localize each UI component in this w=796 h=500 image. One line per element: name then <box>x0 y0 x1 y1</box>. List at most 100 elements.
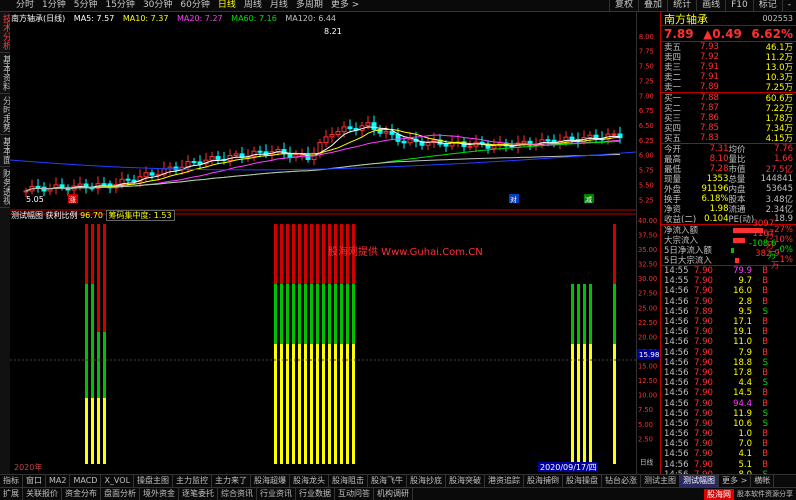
indicator-tab-8[interactable]: 股海超爆 <box>251 475 291 487</box>
indicator-tab-17[interactable]: 钻台必涨 <box>602 475 642 487</box>
indicator-tab-1[interactable]: 窗口 <box>23 475 46 487</box>
bar-red <box>310 224 313 284</box>
indicator-tab-10[interactable]: 股海阻击 <box>329 475 369 487</box>
bar-green <box>91 284 94 398</box>
legend2-concentration: 筹码集中度: 1.53 <box>105 210 175 221</box>
bar-green <box>340 284 343 344</box>
upper-axis-labels: 8.00 7.75 7.50 7.25 7.00 6.75 6.50 6.25 6.00 5.75… <box>639 33 654 204</box>
indicator-tab-5[interactable]: 操盘主图 <box>134 475 174 487</box>
indicator-tab-0[interactable]: 指标 <box>0 475 23 487</box>
indicator-tab-4[interactable]: X_VOL <box>101 475 135 487</box>
indicator-tab-2[interactable]: MA2 <box>46 475 71 487</box>
ext-tab-0[interactable]: 扩展 <box>0 488 23 500</box>
price-change: ▲0.49 <box>703 26 742 41</box>
bar-yellow <box>85 398 88 464</box>
tick-row: 14:56 7.90 4.4 S <box>661 378 796 388</box>
tick-price: 7.90 <box>694 429 713 440</box>
ext-tab-2[interactable]: 资金分布 <box>62 488 101 500</box>
indicator-tab-15[interactable]: 股海捕倒 <box>524 475 564 487</box>
tick-time: 14:56 <box>664 408 689 419</box>
ext-tab-4[interactable]: 境外资金 <box>140 488 179 500</box>
indicator-tab-19[interactable]: 测试幅图 <box>680 475 720 487</box>
tick-side: B <box>762 449 768 460</box>
tick-list[interactable]: 14:55 7.90 79.9 B 14:55 7.90 9.7 B 14:56 7.90 16.0… <box>661 266 796 480</box>
tick-time: 14:56 <box>664 418 689 429</box>
period-tab-4[interactable]: 30分钟 <box>139 0 176 11</box>
tick-row: 14:56 7.90 11.9 S <box>661 409 796 419</box>
watermark: 股海网提供 Www.Guhai.Com.CN <box>328 245 483 258</box>
main-chart[interactable]: 股海网提供 Www.Guhai.Com.CN 8.21 5.05 涨 对 减 2… <box>10 12 636 474</box>
tick-qty: 17.1 <box>733 317 752 328</box>
period-tab-10[interactable]: 更多 > <box>327 0 363 11</box>
period-tab-3[interactable]: 15分钟 <box>101 0 138 11</box>
ext-tab-6[interactable]: 综合资讯 <box>218 488 257 500</box>
tool-tab-6[interactable]: - <box>781 0 796 11</box>
upper-tick-8: 6.00 <box>639 152 654 160</box>
ext-tab-8[interactable]: 行业数据 <box>296 488 335 500</box>
tick-time: 14:56 <box>664 439 689 450</box>
indicator-tab-14[interactable]: 港资追踪 <box>485 475 525 487</box>
period-tab-2[interactable]: 5分钟 <box>70 0 102 11</box>
tick-qty: 11.0 <box>733 337 752 348</box>
indicator-tab-16[interactable]: 股海操盘 <box>563 475 603 487</box>
indicator-tab-13[interactable]: 股海突破 <box>446 475 486 487</box>
ext-tab-5[interactable]: 逐笔委托 <box>179 488 218 500</box>
tick-row: 14:56 7.90 17.8 B <box>661 368 796 378</box>
tick-side: B <box>762 327 768 338</box>
stat-value: 1.98 <box>709 204 729 214</box>
ext-tab-3[interactable]: 盘面分析 <box>101 488 140 500</box>
ext-tab-7[interactable]: 行业资讯 <box>257 488 296 500</box>
tool-tab-4[interactable]: F10 <box>725 0 753 11</box>
bar-green <box>280 284 283 344</box>
sells-price: 7.93 <box>700 42 719 52</box>
indicator-tab-3[interactable]: MACD <box>70 475 102 487</box>
period-tab-0[interactable]: 分时 <box>12 0 38 11</box>
tick-side: S <box>762 378 768 389</box>
period-tabs: 分时 1分钟 5分钟 15分钟 30分钟 60分钟 日线 周线 月线 多周期 更多 > <box>0 0 363 11</box>
high-mark: 8.21 <box>324 27 342 36</box>
sell-orders: 卖五 7.93 46.1万 卖四 7.92 11.2万 卖三 7.91 13.0万 卖二 7.91 1… <box>661 42 796 93</box>
indicator-tab-7[interactable]: 主力来了 <box>212 475 252 487</box>
period-tab-8[interactable]: 月线 <box>266 0 292 11</box>
tool-tab-2[interactable]: 统计 <box>667 0 696 11</box>
stock-header[interactable]: 南方轴承 002553 <box>661 12 796 26</box>
bar-yellow <box>583 344 586 464</box>
flow-pct: 10% <box>774 235 794 245</box>
buys-price: 7.85 <box>700 123 719 133</box>
lower-axis-labels: 40.00 37.50 35.00 32.50 30.00 27.50 25.00 22.50… <box>638 217 657 444</box>
tick-row: 14:56 7.90 2.8 B <box>661 297 796 307</box>
tool-tab-0[interactable]: 复权 <box>609 0 638 11</box>
tick-price: 7.90 <box>694 286 713 297</box>
indicator-tab-9[interactable]: 股海龙头 <box>290 475 330 487</box>
brand-logo: 股海网 <box>704 488 734 500</box>
bar-yellow <box>286 344 289 464</box>
tick-price: 7.90 <box>694 408 713 419</box>
candle-body <box>77 183 83 187</box>
indicator-tab-12[interactable]: 股海抄底 <box>407 475 447 487</box>
tick-time: 14:56 <box>664 296 689 307</box>
indicator-tab-11[interactable]: 股海飞牛 <box>368 475 408 487</box>
indicator-tab-21[interactable]: 横帐 <box>751 475 775 487</box>
quote-panel: 南方轴承 002553 7.89 ▲0.49 6.62% 卖五 7.93 46.1万… <box>660 12 796 480</box>
period-tab-6[interactable]: 日线 <box>214 0 240 11</box>
tick-price: 7.90 <box>694 357 713 368</box>
indicator-tab-18[interactable]: 测试主图 <box>641 475 681 487</box>
period-tab-7[interactable]: 周线 <box>240 0 266 11</box>
sells-row: 卖一 7.89 7.25万 <box>661 82 796 93</box>
legend-ma10: MA10: 7.37 <box>122 14 169 23</box>
tick-side: B <box>762 296 768 307</box>
tool-tabs: 复权 叠加 统计 画线 F10 标记 - <box>609 0 796 11</box>
indicator-tab-6[interactable]: 主力监控 <box>173 475 213 487</box>
ext-tab-9[interactable]: 互动问答 <box>335 488 374 500</box>
tool-tab-1[interactable]: 叠加 <box>638 0 667 11</box>
bar-green <box>316 284 319 344</box>
period-tab-5[interactable]: 60分钟 <box>176 0 213 11</box>
period-tab-9[interactable]: 多周期 <box>292 0 327 11</box>
tool-tab-3[interactable]: 画线 <box>696 0 725 11</box>
tool-tab-5[interactable]: 标记 <box>752 0 782 11</box>
ext-tab-10[interactable]: 机构调研 <box>374 488 413 500</box>
ext-tab-1[interactable]: 关联报价 <box>23 488 62 500</box>
period-tab-1[interactable]: 1分钟 <box>38 0 70 11</box>
tick-qty: 7.0 <box>738 439 752 450</box>
indicator-tab-20[interactable]: 更多 > <box>719 475 752 487</box>
